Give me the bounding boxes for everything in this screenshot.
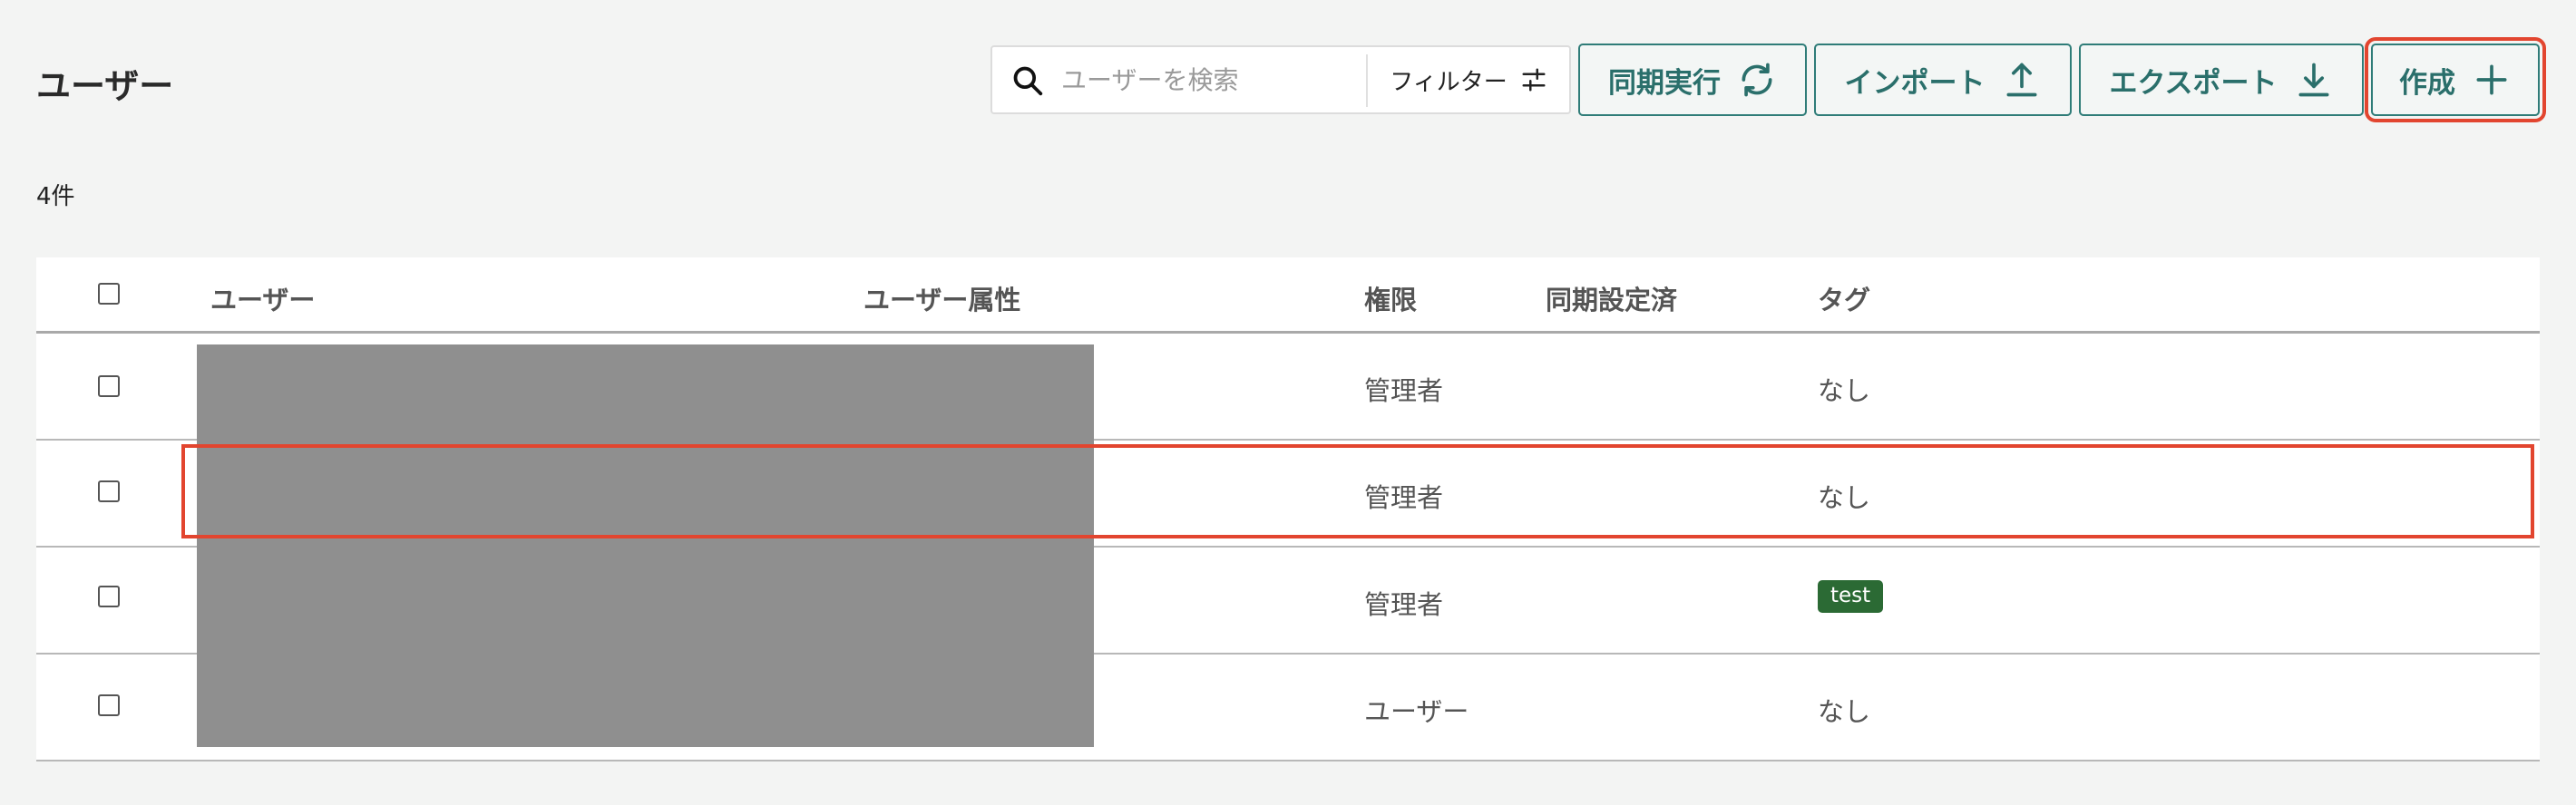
- tag-cell: なし: [1818, 375, 1871, 406]
- search-box: フィルター: [990, 45, 1571, 114]
- row-checkbox[interactable]: [98, 694, 120, 716]
- export-button[interactable]: エクスポート: [2079, 44, 2364, 116]
- tag-cell: なし: [1818, 482, 1871, 513]
- column-header-tags: タグ: [1818, 285, 1871, 315]
- column-header-user-attributes: ユーザー属性: [864, 285, 1021, 315]
- filter-button[interactable]: フィルター: [1368, 47, 1569, 112]
- permission-cell: 管理者: [1364, 589, 1444, 620]
- sync-button[interactable]: 同期実行: [1578, 44, 1807, 116]
- row-checkbox[interactable]: [98, 586, 120, 607]
- redacted-user-info: [197, 344, 1094, 747]
- import-label: インポート: [1844, 66, 1986, 100]
- import-button[interactable]: インポート: [1814, 44, 2072, 116]
- toolbar: フィルター 同期実行 インポート エクスポート 作成: [0, 37, 2576, 122]
- sync-label: 同期実行: [1608, 66, 1721, 100]
- sync-icon: [1742, 63, 1772, 97]
- row-checkbox[interactable]: [98, 375, 120, 397]
- create-button[interactable]: 作成: [2365, 37, 2546, 122]
- search-icon: [1013, 66, 1043, 96]
- table-header: ユーザー ユーザー属性 権限 同期設定済 タグ: [36, 257, 2540, 334]
- plus-icon: [2476, 64, 2507, 95]
- column-header-permission: 権限: [1364, 285, 1418, 315]
- filter-sliders-icon: [1522, 68, 1546, 92]
- filter-label: フィルター: [1390, 68, 1508, 96]
- permission-cell: ユーザー: [1364, 696, 1469, 727]
- row-checkbox[interactable]: [98, 480, 120, 502]
- users-table: ユーザー ユーザー属性 権限 同期設定済 タグ 管理者 なし 管理者 なし 管理…: [36, 257, 2540, 761]
- tag-badge: test: [1818, 580, 1884, 613]
- download-icon: [2298, 63, 2329, 97]
- upload-icon: [2006, 63, 2036, 97]
- tag-cell: なし: [1818, 696, 1871, 727]
- result-count: 4件: [36, 183, 75, 210]
- select-all-checkbox[interactable]: [98, 283, 120, 305]
- permission-cell: 管理者: [1364, 375, 1444, 406]
- permission-cell: 管理者: [1364, 482, 1444, 513]
- create-label: 作成: [2399, 66, 2455, 100]
- export-label: エクスポート: [2109, 66, 2278, 100]
- column-header-synced: 同期設定済: [1546, 285, 1678, 315]
- column-header-user: ユーザー: [210, 285, 316, 315]
